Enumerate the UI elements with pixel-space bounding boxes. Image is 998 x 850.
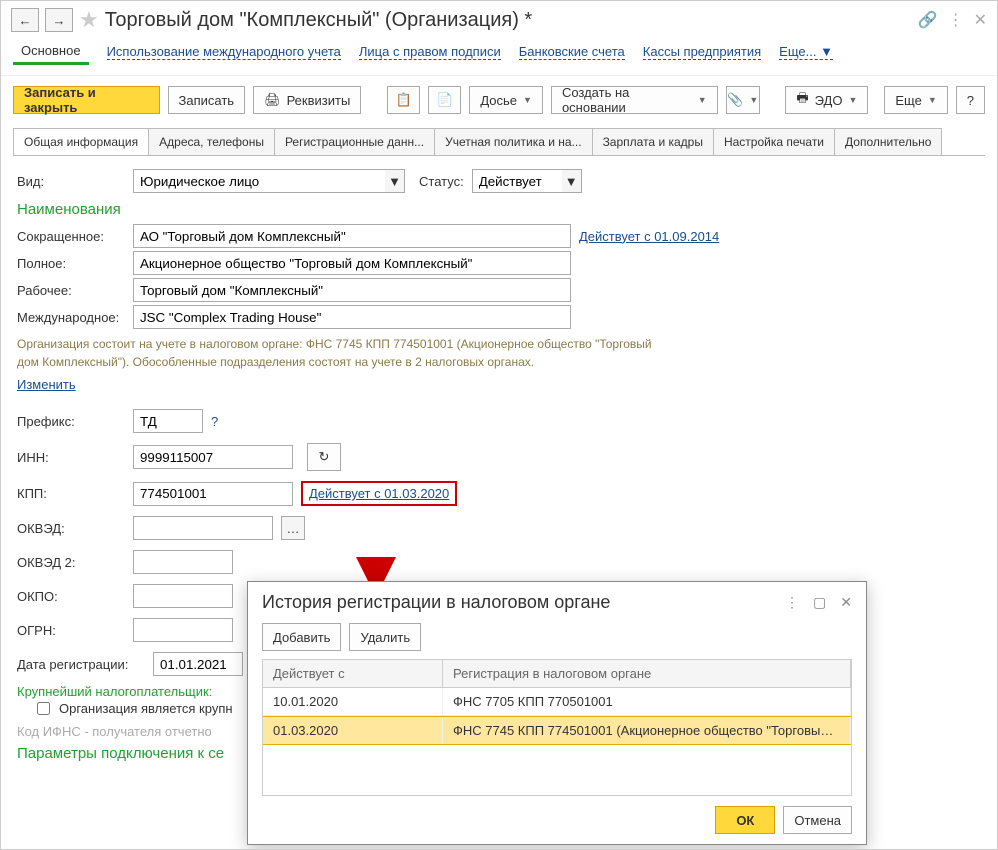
attach-icon: 📎: [727, 92, 743, 108]
okpo-label: ОКПО:: [17, 589, 125, 604]
okpo-input[interactable]: [133, 584, 233, 608]
work-label: Рабочее:: [17, 283, 125, 298]
names-section-title: Наименования: [17, 201, 981, 218]
close-icon[interactable]: ✕: [974, 10, 987, 30]
intl-input[interactable]: [133, 305, 571, 329]
status-input[interactable]: [472, 169, 562, 193]
short-valid-link[interactable]: Действует с 01.09.2014: [579, 229, 719, 244]
edo-button[interactable]: 🖶 ЭДО▼: [785, 86, 868, 114]
prefix-input[interactable]: [133, 409, 203, 433]
type-label: Вид:: [17, 174, 125, 189]
nav-link-intl[interactable]: Использование международного учета: [107, 44, 341, 60]
big-taxpayer-checkbox[interactable]: [37, 702, 50, 715]
popup-col-date[interactable]: Действует с: [263, 660, 443, 687]
tab-extra[interactable]: Дополнительно: [834, 128, 942, 155]
work-input[interactable]: [133, 278, 571, 302]
inn-label: ИНН:: [17, 450, 125, 465]
table-row[interactable]: 10.01.2020 ФНС 7705 КПП 770501001: [263, 688, 851, 716]
popup-title: История регистрации в налоговом органе: [262, 592, 610, 613]
save-close-button[interactable]: Записать и закрыть: [13, 86, 160, 114]
type-input[interactable]: [133, 169, 385, 193]
link-icon[interactable]: 🔗: [918, 10, 938, 30]
short-input[interactable]: [133, 224, 571, 248]
history-popup: История регистрации в налоговом органе ⋮…: [247, 581, 867, 845]
save-button[interactable]: Записать: [168, 86, 246, 114]
popup-cancel-button[interactable]: Отмена: [783, 806, 852, 834]
nav-back-button[interactable]: ←: [11, 8, 39, 32]
popup-close-icon[interactable]: ✕: [840, 594, 852, 611]
type-dropdown-button[interactable]: ▼: [385, 169, 405, 193]
popup-ok-button[interactable]: ОК: [715, 806, 775, 834]
prefix-label: Префикс:: [17, 414, 125, 429]
popup-more-icon[interactable]: ⋮: [785, 594, 799, 611]
ogrn-label: ОГРН:: [17, 623, 125, 638]
tab-addresses[interactable]: Адреса, телефоны: [148, 128, 275, 155]
table-row[interactable]: 01.03.2020 ФНС 7745 КПП 774501001 (Акцио…: [263, 716, 851, 745]
reg-date-input[interactable]: [153, 652, 243, 676]
nav-link-bank[interactable]: Банковские счета: [519, 44, 625, 60]
nav-forward-button[interactable]: →: [45, 8, 73, 32]
requisites-button[interactable]: 🖨 Реквизиты: [253, 86, 361, 114]
prefix-help-link[interactable]: ?: [211, 414, 218, 429]
short-label: Сокращенное:: [17, 229, 125, 244]
tab-accounting[interactable]: Учетная политика и на...: [434, 128, 592, 155]
copy-icon: 📋: [395, 92, 411, 108]
window-title: Торговый дом "Комплексный" (Организация)…: [105, 9, 912, 32]
favorite-star-icon[interactable]: ★: [79, 7, 99, 33]
ogrn-input[interactable]: [133, 618, 233, 642]
copy-button[interactable]: 📋: [387, 86, 420, 114]
okved2-label: ОКВЭД 2:: [17, 555, 125, 570]
edo-icon: 🖶: [796, 89, 808, 111]
dossier-button[interactable]: Досье▼: [469, 86, 543, 114]
more-vertical-icon[interactable]: ⋮: [948, 10, 964, 30]
okved-input[interactable]: [133, 516, 273, 540]
kpp-valid-link-highlight: Действует с 01.03.2020: [301, 481, 457, 506]
popup-delete-button[interactable]: Удалить: [349, 623, 421, 651]
inn-refresh-button[interactable]: ↻: [307, 443, 341, 471]
document-icon: 📄: [437, 92, 453, 108]
popup-add-button[interactable]: Добавить: [262, 623, 341, 651]
tab-registration[interactable]: Регистрационные данн...: [274, 128, 435, 155]
inn-input[interactable]: [133, 445, 293, 469]
help-button[interactable]: ?: [956, 86, 985, 114]
nav-link-signatories[interactable]: Лица с правом подписи: [359, 44, 501, 60]
popup-col-reg[interactable]: Регистрация в налоговом органе: [443, 660, 851, 687]
tab-print[interactable]: Настройка печати: [713, 128, 835, 155]
okved-choose-button[interactable]: …: [281, 516, 305, 540]
kpp-input[interactable]: [133, 482, 293, 506]
document-button[interactable]: 📄: [428, 86, 461, 114]
full-label: Полное:: [17, 256, 125, 271]
attach-button[interactable]: 📎▼: [726, 86, 760, 114]
print-icon: 🖨: [264, 92, 281, 108]
create-based-button[interactable]: Создать на основании▼: [551, 86, 718, 114]
kpp-valid-link[interactable]: Действует с 01.03.2020: [309, 486, 449, 501]
status-label: Статус:: [419, 174, 464, 189]
tab-general[interactable]: Общая информация: [13, 128, 149, 155]
big-taxpayer-label: Организация является крупн: [59, 701, 233, 716]
change-link[interactable]: Изменить: [17, 377, 76, 392]
popup-table: Действует с Регистрация в налоговом орга…: [262, 659, 852, 796]
reg-date-label: Дата регистрации:: [17, 657, 145, 672]
status-dropdown-button[interactable]: ▼: [562, 169, 582, 193]
tab-hr[interactable]: Зарплата и кадры: [592, 128, 714, 155]
intl-label: Международное:: [17, 310, 125, 325]
nav-link-more[interactable]: Еще... ▼: [779, 44, 833, 60]
more-button[interactable]: Еще▼: [884, 86, 947, 114]
nav-main-tab[interactable]: Основное: [13, 39, 89, 65]
kpp-label: КПП:: [17, 486, 125, 501]
tax-info-text: Организация состоит на учете в налоговом…: [17, 335, 657, 371]
okved-label: ОКВЭД:: [17, 521, 125, 536]
refresh-icon: ↻: [319, 449, 330, 465]
popup-maximize-icon[interactable]: ▢: [813, 594, 826, 611]
okved2-input[interactable]: [133, 550, 233, 574]
nav-link-cash[interactable]: Кассы предприятия: [643, 44, 761, 60]
full-input[interactable]: [133, 251, 571, 275]
